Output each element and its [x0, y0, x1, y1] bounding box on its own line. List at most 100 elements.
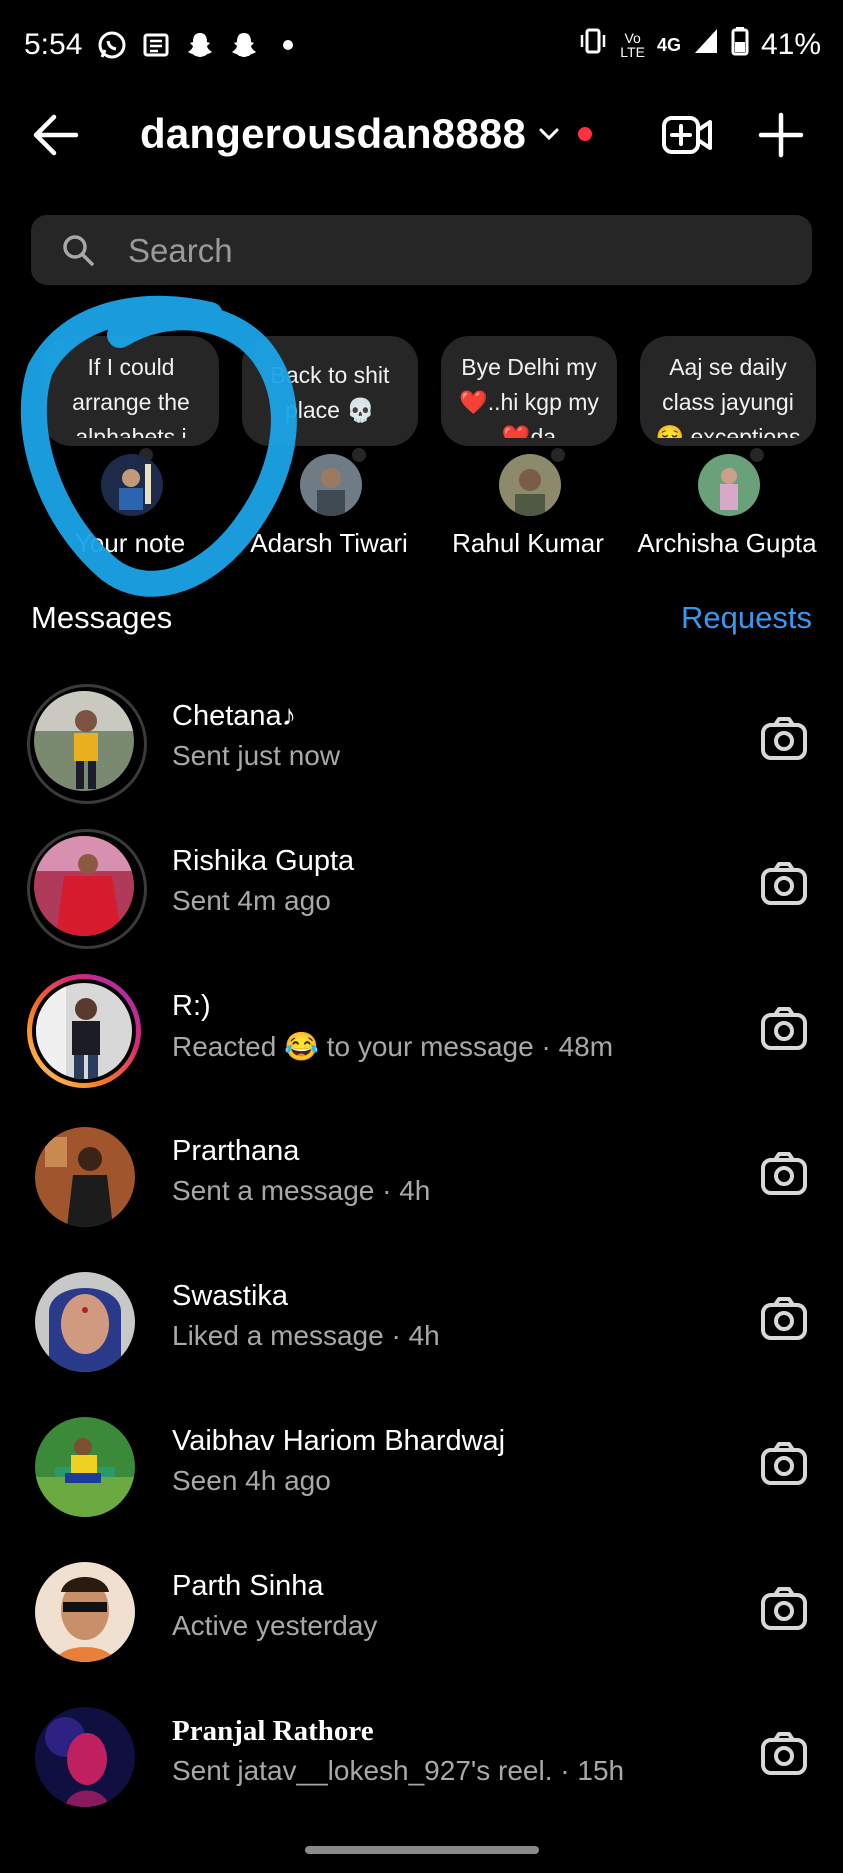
battery-icon	[731, 26, 749, 64]
note-rahul[interactable]: Bye Delhi my ❤️..hi kgp my ❤️da Rahul Ku…	[433, 330, 623, 570]
conversation-row[interactable]: Chetana♪ Sent just now	[0, 670, 843, 810]
home-indicator[interactable]	[305, 1846, 539, 1854]
conversation-status: Sent 4m ago	[172, 885, 331, 916]
account-switcher[interactable]: dangerousdan8888	[140, 110, 592, 158]
camera-icon	[761, 862, 807, 905]
camera-button[interactable]	[760, 1440, 808, 1488]
snapchat-icon	[227, 28, 261, 62]
camera-button[interactable]	[760, 1005, 808, 1053]
status-time: 5:54	[24, 28, 83, 61]
camera-button[interactable]	[760, 715, 808, 763]
note-adarsh[interactable]: Back to shit place 💀 Adarsh Tiwari	[234, 330, 424, 570]
note-bubble: If I could arrange the alphabets i	[43, 336, 219, 446]
conversation-status: Active yesterday	[172, 1610, 378, 1641]
requests-link[interactable]: Requests	[681, 600, 812, 636]
note-text: Aaj se daily class jayungi 😌 exceptions	[655, 354, 801, 438]
conversation-row[interactable]: R:) Reacted 😂 to your message · 48m	[0, 960, 843, 1100]
avatar	[300, 454, 362, 516]
camera-icon	[761, 1007, 807, 1050]
conversation-name: Parth Sinha	[172, 1570, 324, 1602]
note-author: Archisha Gupta	[637, 528, 817, 558]
avatar-story-ring	[27, 974, 141, 1088]
status-bar: 5:54 Vo LTE 4G 41%	[0, 0, 843, 90]
camera-button[interactable]	[760, 1295, 808, 1343]
avatar	[35, 1562, 135, 1662]
avatar	[35, 1417, 135, 1517]
camera-icon	[761, 1152, 807, 1195]
note-bubble: Aaj se daily class jayungi 😌 exceptions	[640, 336, 816, 446]
note-bubble: Bye Delhi my ❤️..hi kgp my ❤️da	[441, 336, 617, 446]
conversation-status: Sent a message · 4h	[172, 1175, 431, 1206]
conversation-name: Vaibhav Hariom Bhardwaj	[172, 1425, 506, 1457]
vibrate-icon	[578, 26, 608, 64]
note-author: Rahul Kumar	[452, 528, 604, 558]
avatar	[499, 454, 561, 516]
conversation-status: Sent jatav__lokesh_927's reel. · 15h	[172, 1755, 625, 1786]
notification-dot	[578, 127, 592, 141]
notification-icons	[95, 28, 305, 62]
camera-icon	[761, 717, 807, 760]
battery-percent: 41%	[760, 28, 821, 61]
note-text: Bye Delhi my ❤️..hi kgp my ❤️da	[459, 354, 599, 438]
dot-icon	[271, 28, 305, 62]
conversation-name: Prarthana	[172, 1135, 300, 1167]
search-icon	[61, 233, 95, 267]
new-message-button[interactable]	[756, 110, 806, 160]
top-bar: dangerousdan8888	[0, 90, 843, 180]
conversation-name: Pranjal Rathore	[172, 1715, 374, 1747]
news-icon	[139, 28, 173, 62]
back-arrow-icon	[33, 114, 79, 156]
note-author: Adarsh Tiwari	[250, 528, 408, 558]
avatar	[27, 829, 147, 949]
conversation-name: Swastika	[172, 1280, 289, 1312]
camera-button[interactable]	[760, 860, 808, 908]
account-username: dangerousdan8888	[140, 110, 526, 157]
note-text: If I could arrange the alphabets i	[72, 354, 190, 438]
bubble-tail	[352, 448, 366, 462]
conversation-row[interactable]: Pranjal Rathore Sent jatav__lokesh_927's…	[0, 1685, 843, 1825]
notes-row: If I could arrange the alphabets i Your …	[0, 330, 843, 570]
avatar	[35, 1127, 135, 1227]
whatsapp-icon	[95, 28, 129, 62]
signal-icon	[693, 27, 719, 63]
new-video-call-button[interactable]	[660, 108, 714, 162]
conversation-name: Rishika Gupta	[172, 845, 355, 877]
camera-icon	[761, 1297, 807, 1340]
search-bar[interactable]	[31, 215, 812, 287]
avatar	[101, 454, 163, 516]
conversation-row[interactable]: Swastika Liked a message · 4h	[0, 1250, 843, 1390]
note-author: Your note	[74, 528, 186, 558]
avatar	[27, 684, 147, 804]
conversation-status: Liked a message · 4h	[172, 1320, 440, 1351]
note-archisha[interactable]: Aaj se daily class jayungi 😌 exceptions …	[632, 330, 822, 570]
avatar	[35, 1707, 135, 1807]
conversation-row[interactable]: Prarthana Sent a message · 4h	[0, 1105, 843, 1245]
note-your-note[interactable]: If I could arrange the alphabets i Your …	[35, 330, 225, 570]
plus-icon	[758, 112, 804, 158]
conversation-row[interactable]: Parth Sinha Active yesterday	[0, 1540, 843, 1680]
back-button[interactable]	[30, 112, 80, 158]
bubble-tail	[551, 448, 565, 462]
note-text: Back to shit place 💀	[270, 362, 390, 423]
conversation-row[interactable]: Vaibhav Hariom Bhardwaj Seen 4h ago	[0, 1395, 843, 1535]
search-input[interactable]	[126, 215, 790, 287]
avatar	[698, 454, 760, 516]
conversation-name: R:)	[172, 990, 211, 1022]
camera-button[interactable]	[760, 1730, 808, 1778]
camera-button[interactable]	[760, 1585, 808, 1633]
conversation-status: Reacted 😂 to your message · 48m	[172, 1031, 614, 1062]
snapchat-icon	[183, 28, 217, 62]
conversation-status: Sent just now	[172, 740, 341, 771]
system-icons: Vo LTE 4G 41%	[578, 26, 821, 64]
camera-icon	[761, 1442, 807, 1485]
bubble-tail	[750, 448, 764, 462]
camera-icon	[761, 1732, 807, 1775]
volte-icon: Vo LTE	[620, 30, 645, 60]
avatar	[35, 1272, 135, 1372]
video-plus-icon	[662, 116, 712, 154]
messages-heading: Messages	[31, 600, 173, 635]
camera-button[interactable]	[760, 1150, 808, 1198]
camera-icon	[761, 1587, 807, 1630]
conversation-row[interactable]: Rishika Gupta Sent 4m ago	[0, 815, 843, 955]
conversation-name: Chetana♪	[172, 700, 297, 732]
